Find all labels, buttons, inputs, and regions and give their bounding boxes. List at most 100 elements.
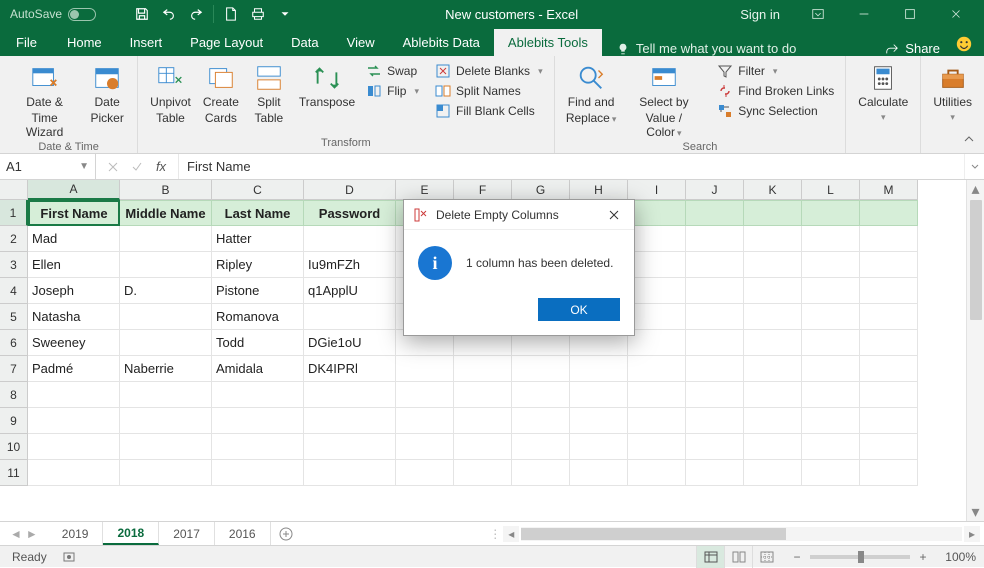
cell[interactable]: [860, 460, 918, 486]
cell[interactable]: [396, 434, 454, 460]
cell[interactable]: [454, 382, 512, 408]
fill-blank-cells-button[interactable]: Fill Blank Cells: [432, 102, 546, 120]
tab-view[interactable]: View: [333, 29, 389, 56]
cell[interactable]: [628, 200, 686, 226]
row-header[interactable]: 11: [0, 460, 28, 486]
cell[interactable]: [860, 226, 918, 252]
cell[interactable]: [686, 460, 744, 486]
column-header[interactable]: A: [28, 180, 120, 200]
cell[interactable]: [628, 226, 686, 252]
cell[interactable]: [860, 200, 918, 226]
cell[interactable]: [744, 460, 802, 486]
cell[interactable]: [802, 252, 860, 278]
cell[interactable]: [570, 434, 628, 460]
cell[interactable]: [744, 252, 802, 278]
swap-button[interactable]: Swap: [363, 62, 422, 80]
cell[interactable]: [304, 304, 396, 330]
cell[interactable]: [860, 304, 918, 330]
cell[interactable]: [628, 434, 686, 460]
cell[interactable]: [120, 460, 212, 486]
cell[interactable]: [686, 304, 744, 330]
cancel-edit-icon[interactable]: [102, 156, 124, 178]
cell[interactable]: [454, 408, 512, 434]
cell[interactable]: [802, 226, 860, 252]
row-header[interactable]: 10: [0, 434, 28, 460]
horizontal-scrollbar[interactable]: ◂ ▸: [499, 522, 984, 545]
cell[interactable]: [860, 252, 918, 278]
delete-blanks-button[interactable]: Delete Blanks▾: [432, 62, 546, 80]
view-normal-icon[interactable]: [696, 546, 724, 568]
cell[interactable]: [120, 330, 212, 356]
ribbon-options-icon[interactable]: [796, 0, 840, 28]
cell[interactable]: [860, 330, 918, 356]
filter-button[interactable]: Filter▾: [714, 62, 837, 80]
cell[interactable]: [686, 382, 744, 408]
column-header[interactable]: B: [120, 180, 212, 200]
sheet-tab[interactable]: 2019: [48, 522, 104, 545]
column-header[interactable]: H: [570, 180, 628, 200]
cell[interactable]: [396, 408, 454, 434]
cell[interactable]: DGie1oU: [304, 330, 396, 356]
row-header[interactable]: 8: [0, 382, 28, 408]
cell[interactable]: [304, 460, 396, 486]
close-icon[interactable]: [934, 0, 978, 28]
calculate-button[interactable]: Calculate ▾: [854, 60, 912, 124]
cell[interactable]: [744, 200, 802, 226]
share-button[interactable]: Share: [873, 41, 952, 56]
row-header[interactable]: 7: [0, 356, 28, 382]
cell[interactable]: [802, 304, 860, 330]
cell[interactable]: [120, 304, 212, 330]
cell[interactable]: [454, 460, 512, 486]
select-by-value-button[interactable]: Select by Value / Color▾: [624, 60, 705, 141]
column-header[interactable]: M: [860, 180, 918, 200]
cell[interactable]: [454, 356, 512, 382]
cell[interactable]: [304, 226, 396, 252]
scroll-up-icon[interactable]: ▴: [967, 180, 984, 198]
sheet-tab[interactable]: 2018: [103, 522, 159, 545]
confirm-edit-icon[interactable]: [126, 156, 148, 178]
zoom-control[interactable]: − +: [780, 550, 940, 564]
cell[interactable]: [628, 330, 686, 356]
cell[interactable]: [28, 460, 120, 486]
cell[interactable]: [396, 382, 454, 408]
cell[interactable]: q1ApplU: [304, 278, 396, 304]
cell[interactable]: [802, 200, 860, 226]
tell-me-search[interactable]: Tell me what you want to do: [602, 41, 810, 56]
dialog-close-icon[interactable]: [602, 203, 626, 227]
qat-dropdown-icon[interactable]: [273, 2, 297, 26]
cell[interactable]: [120, 382, 212, 408]
cell[interactable]: [512, 408, 570, 434]
column-header[interactable]: C: [212, 180, 304, 200]
cell[interactable]: [802, 460, 860, 486]
row-header[interactable]: 1: [0, 200, 28, 226]
cell[interactable]: [860, 382, 918, 408]
cell[interactable]: [744, 356, 802, 382]
cell[interactable]: [570, 460, 628, 486]
cell[interactable]: [628, 304, 686, 330]
cell[interactable]: Hatter: [212, 226, 304, 252]
macro-record-icon[interactable]: [59, 550, 79, 564]
scroll-thumb[interactable]: [521, 528, 785, 540]
expand-formula-bar-icon[interactable]: [964, 154, 984, 179]
autosave-toggle[interactable]: AutoSave: [0, 7, 130, 21]
cell[interactable]: [744, 330, 802, 356]
collapse-ribbon-icon[interactable]: [960, 131, 978, 149]
sign-in-link[interactable]: Sign in: [726, 7, 794, 22]
tab-home[interactable]: Home: [53, 29, 116, 56]
cell[interactable]: [570, 382, 628, 408]
save-icon[interactable]: [130, 2, 154, 26]
row-header[interactable]: 5: [0, 304, 28, 330]
cell[interactable]: Sweeney: [28, 330, 120, 356]
cell[interactable]: [686, 356, 744, 382]
cell[interactable]: [860, 408, 918, 434]
cell[interactable]: Pistone: [212, 278, 304, 304]
sheet-nav-prev-icon[interactable]: ◄: [10, 527, 22, 541]
row-header[interactable]: 2: [0, 226, 28, 252]
cell[interactable]: [396, 356, 454, 382]
date-time-wizard-button[interactable]: Date & Time Wizard: [8, 60, 81, 141]
cell[interactable]: Ripley: [212, 252, 304, 278]
cell[interactable]: [212, 460, 304, 486]
cell[interactable]: [744, 434, 802, 460]
new-file-icon[interactable]: [219, 2, 243, 26]
cell[interactable]: [212, 434, 304, 460]
